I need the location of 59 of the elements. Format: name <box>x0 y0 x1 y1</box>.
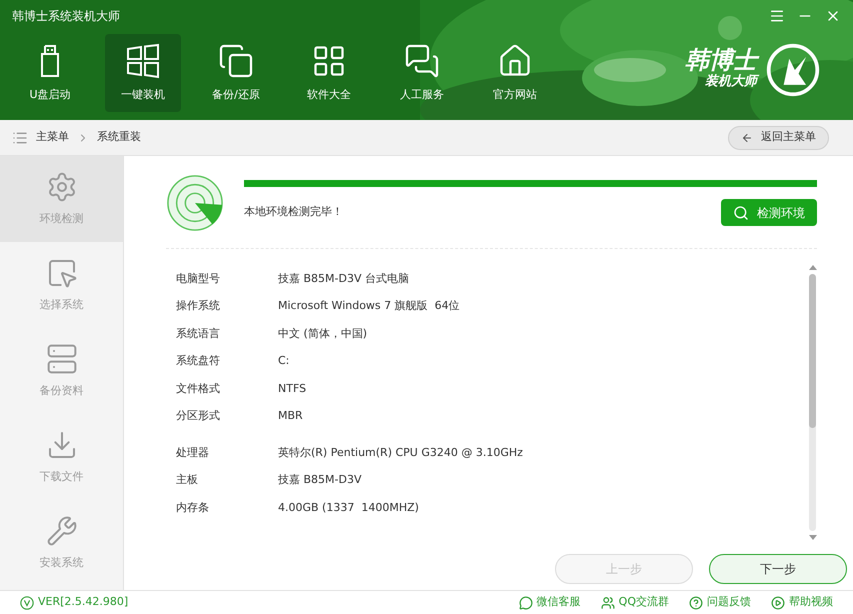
breadcrumb-item[interactable]: 主菜单 <box>36 129 69 146</box>
sidebar-item[interactable]: 选择系统 <box>0 242 123 328</box>
detect-button[interactable]: 检测环境 <box>721 199 817 226</box>
next-button[interactable]: 下一步 <box>709 554 847 584</box>
back-arrow-icon <box>741 132 753 144</box>
nav-tab[interactable]: 软件大全 <box>291 34 367 112</box>
nav-tab[interactable]: U盘启动 <box>12 34 88 112</box>
windows-icon <box>125 42 161 79</box>
nav-tab[interactable]: 一键装机 <box>105 34 181 112</box>
radar-icon <box>166 174 224 232</box>
status-message: 本地环境检测完毕！ <box>244 204 343 220</box>
info-label: 内存条 <box>176 500 210 516</box>
version-text: VER[2.5.42.980] <box>38 594 128 610</box>
chat-icon <box>404 42 440 79</box>
menu-icon[interactable] <box>769 8 785 24</box>
info-label: 分区形式 <box>176 408 221 424</box>
chat-bubble-icon <box>518 596 533 610</box>
copy-icon <box>218 42 254 79</box>
sidebar-item[interactable]: 安装系统 <box>0 500 123 586</box>
nav-tab[interactable]: 人工服务 <box>384 34 460 112</box>
nav-tab[interactable]: 备份/还原 <box>198 34 274 112</box>
info-label: 系统盘符 <box>176 353 221 369</box>
info-value: Microsoft Windows 7 旗舰版 64位 <box>278 298 460 314</box>
list-icon <box>12 130 28 146</box>
info-value: MBR <box>278 408 303 424</box>
info-label: 操作系统 <box>176 298 221 314</box>
info-value: C: <box>278 353 290 369</box>
play-icon <box>771 596 785 610</box>
sidebar-item[interactable]: 环境检测 <box>0 156 123 242</box>
info-value: 中文 (简体，中国) <box>278 326 368 342</box>
question-icon <box>689 596 703 610</box>
back-button[interactable]: 返回主菜单 <box>728 126 829 150</box>
footer-link[interactable]: 帮助视频 <box>789 594 833 611</box>
footer-link[interactable]: 问题反馈 <box>707 594 751 611</box>
info-value: NTFS <box>278 380 306 396</box>
logo-tagline: 装机大师 <box>705 72 757 92</box>
info-label: 电脑型号 <box>176 270 221 286</box>
people-icon <box>600 596 615 610</box>
nav-tab[interactable]: 官方网站 <box>477 34 553 112</box>
info-label: 文件格式 <box>176 380 221 396</box>
info-value: 技嘉 B85M-D3V 台式电脑 <box>278 270 409 286</box>
sidebar-item[interactable]: 下载文件 <box>0 414 123 500</box>
window-title: 韩博士系统装机大师 <box>12 8 120 25</box>
footer-link[interactable]: 微信客服 <box>536 594 581 611</box>
logo-name: 韩博士 <box>685 48 757 72</box>
search-icon <box>733 204 749 220</box>
server-icon <box>46 342 78 375</box>
footer-link[interactable]: QQ交流群 <box>618 594 669 611</box>
wrench-icon <box>46 514 78 547</box>
info-label: 主板 <box>176 472 199 488</box>
info-label: 系统语言 <box>176 326 221 342</box>
info-value: 技嘉 B85M-D3V <box>278 472 362 488</box>
breadcrumb-item: 系统重装 <box>97 129 141 146</box>
version-icon <box>20 596 34 610</box>
info-value: 英特尔(R) Pentium(R) CPU G3240 @ 3.10GHz <box>278 444 523 460</box>
logo-icon <box>765 42 821 98</box>
info-value: 4.00GB (1337 1400MHZ) <box>278 500 419 516</box>
info-label: 处理器 <box>176 444 210 460</box>
sidebar-item[interactable]: 备份资料 <box>0 328 123 414</box>
